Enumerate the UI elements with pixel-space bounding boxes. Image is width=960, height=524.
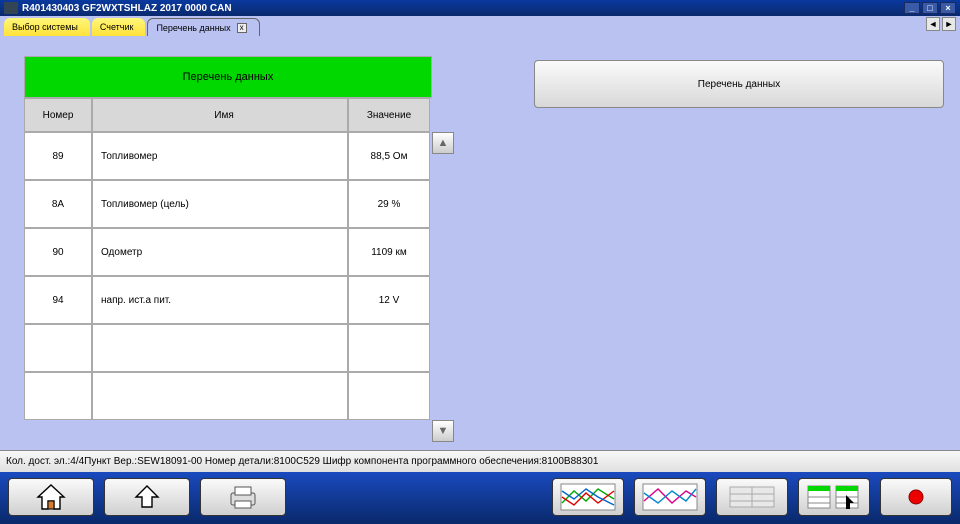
up-arrow-icon xyxy=(130,483,164,511)
data-list-button[interactable]: Перечень данных xyxy=(534,60,944,108)
tab-label: Выбор системы xyxy=(12,22,78,32)
cell-number: 8A xyxy=(24,180,92,228)
cell-number: 89 xyxy=(24,132,92,180)
window-titlebar: R401430403 GF2WXTSHLAZ 2017 0000 CAN _ □… xyxy=(0,0,960,16)
status-text: Кол. дост. эл.:4/4Пункт Вер.:SEW18091-00… xyxy=(6,456,598,467)
cell-number xyxy=(24,324,92,372)
cell-number: 90 xyxy=(24,228,92,276)
bottom-toolbar xyxy=(0,472,960,522)
maximize-button[interactable]: □ xyxy=(922,2,938,14)
line-chart-alt-icon xyxy=(642,483,698,511)
tab-label: Счетчик xyxy=(100,22,134,32)
table-view-button[interactable] xyxy=(716,478,788,516)
cell-value: 88,5 Ом xyxy=(348,132,430,180)
cell-value: 1109 км xyxy=(348,228,430,276)
close-icon[interactable]: x xyxy=(237,23,247,33)
scroll-track[interactable] xyxy=(432,154,454,420)
cell-value: 12 V xyxy=(348,276,430,324)
close-button[interactable]: × xyxy=(940,2,956,14)
tab-data-list[interactable]: Перечень данных x xyxy=(147,18,259,36)
table-icon xyxy=(724,483,780,511)
home-button[interactable] xyxy=(8,478,94,516)
tab-next-button[interactable]: ► xyxy=(942,17,956,31)
app-icon xyxy=(4,2,18,14)
table-row[interactable] xyxy=(24,324,432,372)
minimize-button[interactable]: _ xyxy=(904,2,920,14)
home-icon xyxy=(34,483,68,511)
record-icon xyxy=(906,487,926,507)
table-title: Перечень данных xyxy=(24,56,432,98)
record-button[interactable] xyxy=(880,478,952,516)
main-area: Перечень данных Номер Имя Значение 89 То… xyxy=(0,36,960,450)
back-button[interactable] xyxy=(104,478,190,516)
cell-name: Топливомер (цель) xyxy=(92,180,348,228)
table-scrollbar: ▲ ▼ xyxy=(432,132,454,442)
printer-icon xyxy=(225,483,261,511)
header-name: Имя xyxy=(92,98,348,132)
table-row[interactable]: 90 Одометр 1109 км xyxy=(24,228,432,276)
scroll-up-button[interactable]: ▲ xyxy=(432,132,454,154)
window-title: R401430403 GF2WXTSHLAZ 2017 0000 CAN xyxy=(22,3,902,14)
cell-number: 94 xyxy=(24,276,92,324)
scroll-down-button[interactable]: ▼ xyxy=(432,420,454,442)
tab-bar: Выбор системы Счетчик Перечень данных x … xyxy=(0,16,960,36)
graph-view-2-button[interactable] xyxy=(634,478,706,516)
table-row[interactable]: 94 напр. ист.а пит. 12 V xyxy=(24,276,432,324)
cell-value xyxy=(348,324,430,372)
cell-name: Топливомер xyxy=(92,132,348,180)
button-label: Перечень данных xyxy=(698,79,780,90)
select-table-button[interactable] xyxy=(798,478,870,516)
cell-name xyxy=(92,372,348,420)
cell-number xyxy=(24,372,92,420)
tab-nav-arrows: ◄ ► xyxy=(926,17,956,31)
right-panel: Перечень данных xyxy=(534,56,952,442)
table-row[interactable] xyxy=(24,372,432,420)
print-button[interactable] xyxy=(200,478,286,516)
tab-label: Перечень данных xyxy=(156,23,230,33)
cell-name: Одометр xyxy=(92,228,348,276)
data-table-panel: Перечень данных Номер Имя Значение 89 То… xyxy=(24,56,454,442)
cell-value xyxy=(348,372,430,420)
header-value: Значение xyxy=(348,98,430,132)
tab-system-select[interactable]: Выбор системы xyxy=(4,18,90,36)
header-number: Номер xyxy=(24,98,92,132)
cell-name: напр. ист.а пит. xyxy=(92,276,348,324)
table-row[interactable]: 89 Топливомер 88,5 Ом xyxy=(24,132,432,180)
status-bar: Кол. дост. эл.:4/4Пункт Вер.:SEW18091-00… xyxy=(0,450,960,472)
cell-name xyxy=(92,324,348,372)
cell-value: 29 % xyxy=(348,180,430,228)
tab-prev-button[interactable]: ◄ xyxy=(926,17,940,31)
table-row[interactable]: 8A Топливомер (цель) 29 % xyxy=(24,180,432,228)
graph-view-1-button[interactable] xyxy=(552,478,624,516)
table-select-icon xyxy=(806,483,862,511)
table-header: Номер Имя Значение xyxy=(24,98,432,132)
line-chart-icon xyxy=(560,483,616,511)
tab-counter[interactable]: Счетчик xyxy=(92,18,146,36)
